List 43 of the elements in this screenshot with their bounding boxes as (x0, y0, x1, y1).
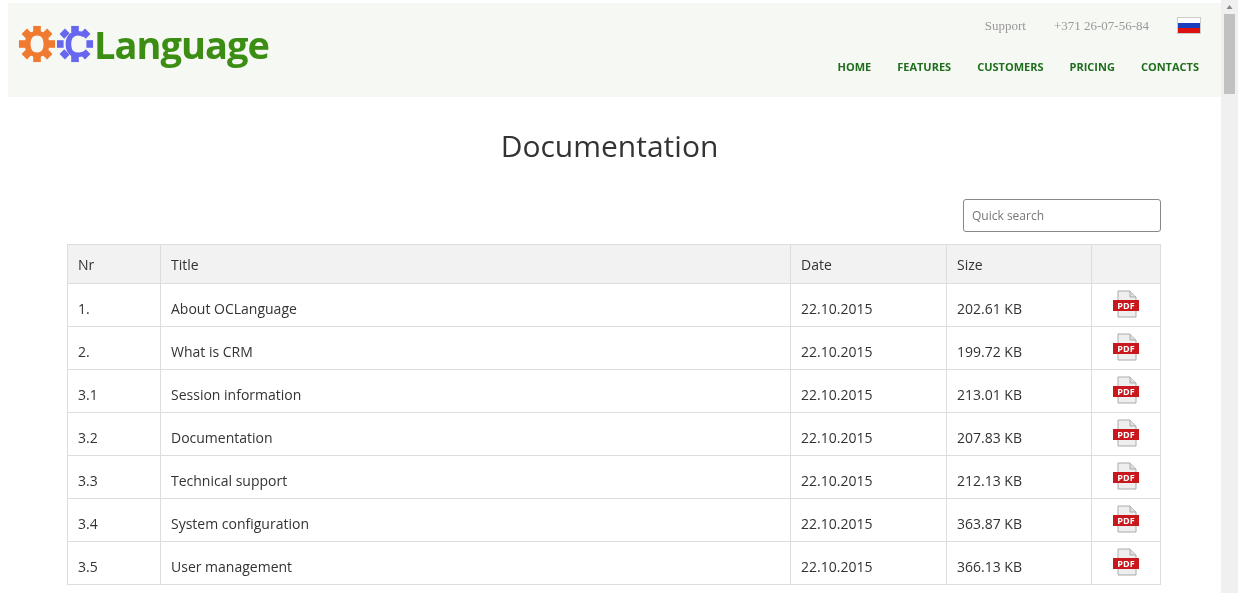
gear-teeth-icon (56, 25, 94, 63)
column-header: Nr (67, 244, 161, 284)
document-link[interactable]: Documentation (160, 412, 791, 456)
nav-link[interactable]: CUSTOMERS (977, 58, 1044, 75)
search-field[interactable]: Quick search (963, 199, 1161, 232)
table-cell: 3.1 (67, 369, 161, 413)
flag-icon[interactable] (1177, 17, 1201, 35)
document-link[interactable]: User management (160, 541, 791, 585)
scrollbar-thumb[interactable] (1224, 14, 1235, 94)
table-cell: 212.13 KB (946, 455, 1092, 499)
document-link[interactable]: System configuration (160, 498, 791, 542)
document-link[interactable]: Technical support (160, 455, 791, 499)
table-cell: 213.01 KB (946, 369, 1092, 413)
table-cell: 22.10.2015 (790, 498, 947, 542)
scrollbar[interactable] (1221, 0, 1238, 593)
table-cell: 22.10.2015 (790, 369, 947, 413)
document-link[interactable]: About OCLanguage (160, 283, 791, 327)
nav-link[interactable]: HOME (837, 58, 872, 75)
table-cell: 3.2 (67, 412, 161, 456)
column-header: Date (790, 244, 947, 284)
table-cell: 3.3 (67, 455, 161, 499)
table-cell: 207.83 KB (946, 412, 1092, 456)
table-cell: 199.72 KB (946, 326, 1092, 370)
table-cell: 202.61 KB (946, 283, 1092, 327)
table-cell: 2. (67, 326, 161, 370)
table-cell: 363.87 KB (946, 498, 1092, 542)
table-cell: 3.4 (67, 498, 161, 542)
nav-link[interactable]: FEATURES (897, 58, 952, 75)
document-link[interactable]: What is CRM (160, 326, 791, 370)
document-link[interactable]: Session information (160, 369, 791, 413)
nav-link[interactable]: CONTACTS (1140, 58, 1199, 75)
nav-link[interactable]: PRICING (1069, 58, 1115, 75)
table-cell: 22.10.2015 (790, 455, 947, 499)
table-cell: 22.10.2015 (790, 412, 947, 456)
table-cell: 366.13 KB (946, 541, 1092, 585)
table-cell: 3.5 (67, 541, 161, 585)
table-cell: 22.10.2015 (790, 326, 947, 370)
column-header: Size (946, 244, 1092, 284)
table-cell: 1. (67, 283, 161, 327)
table-cell: 22.10.2015 (790, 541, 947, 585)
page-title: Documentation (499, 127, 720, 165)
column-header: Title (160, 244, 791, 284)
table-cell: 22.10.2015 (790, 283, 947, 327)
